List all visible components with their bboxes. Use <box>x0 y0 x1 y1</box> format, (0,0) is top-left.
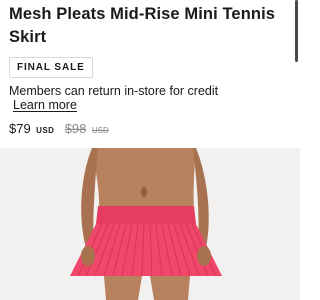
price-row: $79 USD $98 USD <box>9 120 109 138</box>
original-price: $98 <box>64 121 87 136</box>
model-right-leg <box>150 276 190 300</box>
product-title: Mesh Pleats Mid-Rise Mini Tennis Skirt <box>9 5 276 46</box>
product-image[interactable] <box>0 148 300 300</box>
model-left-leg <box>104 276 142 300</box>
sale-price-currency: USD <box>36 126 55 135</box>
model-navel <box>141 187 147 197</box>
product-photo-illustration <box>0 148 300 300</box>
model-left-hand <box>81 246 95 266</box>
learn-more-link[interactable]: Learn more <box>13 97 77 113</box>
model-right-hand <box>197 246 211 266</box>
model-torso <box>92 148 196 210</box>
skirt-waistband <box>96 206 196 224</box>
product-detail-page: Mesh Pleats Mid-Rise Mini Tennis Skirt F… <box>0 0 300 300</box>
scrollbar[interactable] <box>295 0 298 62</box>
original-price-currency: USD <box>91 126 109 135</box>
final-sale-badge: FINAL SALE <box>9 57 93 78</box>
sale-price: $79 <box>9 121 31 136</box>
